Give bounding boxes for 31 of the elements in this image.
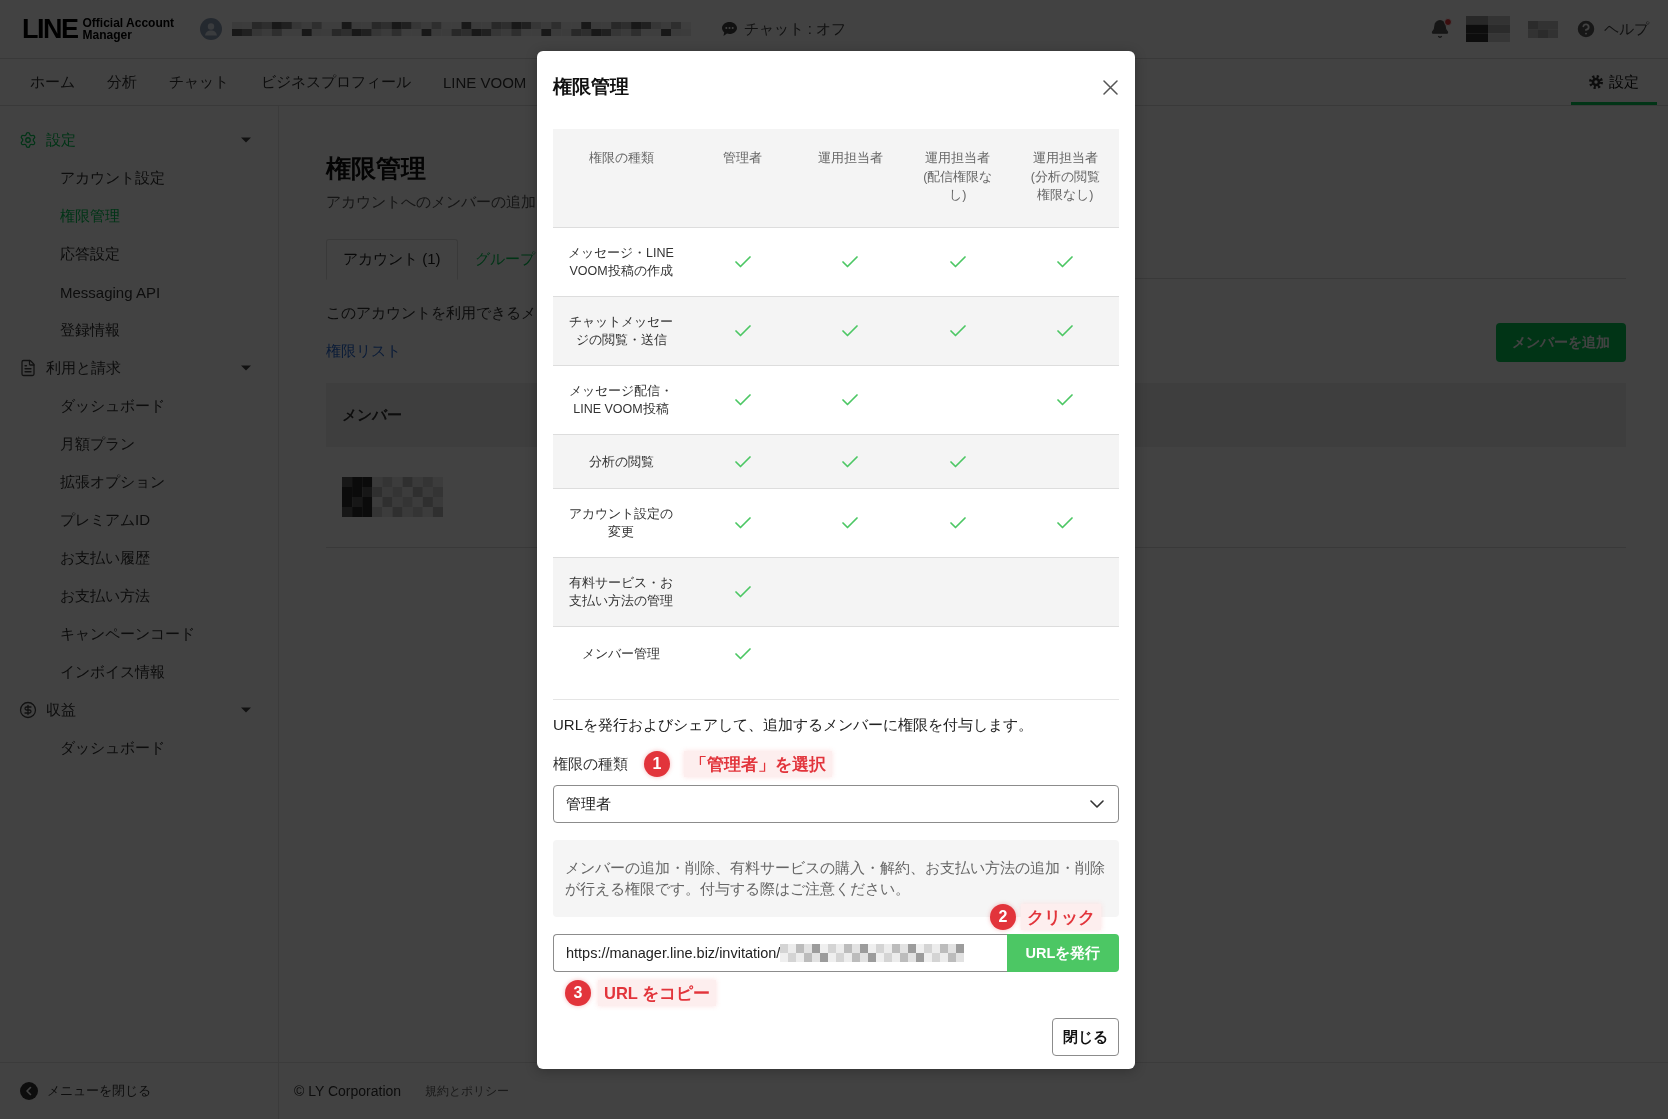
page-title: 権限管理 bbox=[326, 153, 426, 184]
permission-name: メンバー管理 bbox=[581, 645, 661, 663]
dialog-title: 権限管理 bbox=[553, 75, 629, 99]
column-header: 運用担当者(分析の閲覧権限なし) bbox=[1029, 150, 1101, 204]
step-number: 1 bbox=[644, 751, 670, 777]
column-header: 運用担当者 bbox=[816, 150, 884, 167]
chevron-down-icon bbox=[1090, 800, 1104, 808]
close-icon bbox=[1103, 79, 1118, 95]
permission-name: 分析の閲覧 bbox=[587, 453, 655, 471]
permission-name: 有料サービス・お支払い方法の管理 bbox=[568, 575, 674, 610]
url-field[interactable]: https://manager.line.biz/invitation/ bbox=[553, 934, 1007, 972]
permission-name: チャットメッセージの閲覧・送信 bbox=[568, 314, 674, 349]
logo-subtitle: Official Account Manager bbox=[82, 17, 176, 41]
permission-name: メッセージ・LINE VOOM投稿の作成 bbox=[567, 245, 675, 280]
annotation-label: URL をコピー bbox=[598, 980, 717, 1006]
issue-url-button[interactable]: URLを発行 bbox=[1007, 934, 1119, 972]
column-header: 権限の種類 bbox=[587, 150, 655, 167]
column-header: 管理者 bbox=[722, 150, 764, 167]
intro-text: URLを発行およびシェアして、追加するメンバーに権限を付与します。 bbox=[553, 715, 1034, 735]
field-label: 権限の種類 bbox=[553, 754, 628, 774]
step-number: 3 bbox=[565, 980, 591, 1006]
logo-wordmark: LINE bbox=[22, 15, 78, 43]
close-dialog-button[interactable]: 閉じる bbox=[1052, 1018, 1119, 1056]
role-select[interactable]: 管理者 bbox=[553, 785, 1119, 823]
permission-name: メッセージ配信・LINE VOOM投稿 bbox=[568, 383, 674, 418]
step-number: 2 bbox=[990, 904, 1016, 930]
annotation-label: クリック bbox=[1021, 904, 1101, 930]
sidebar-item[interactable]: 権限管理 bbox=[0, 197, 278, 235]
permission-name: アカウント設定の変更 bbox=[568, 506, 674, 541]
column-header: 運用担当者(配信権限なし) bbox=[922, 150, 994, 204]
annotation-label: 「管理者」を選択 bbox=[684, 751, 832, 777]
